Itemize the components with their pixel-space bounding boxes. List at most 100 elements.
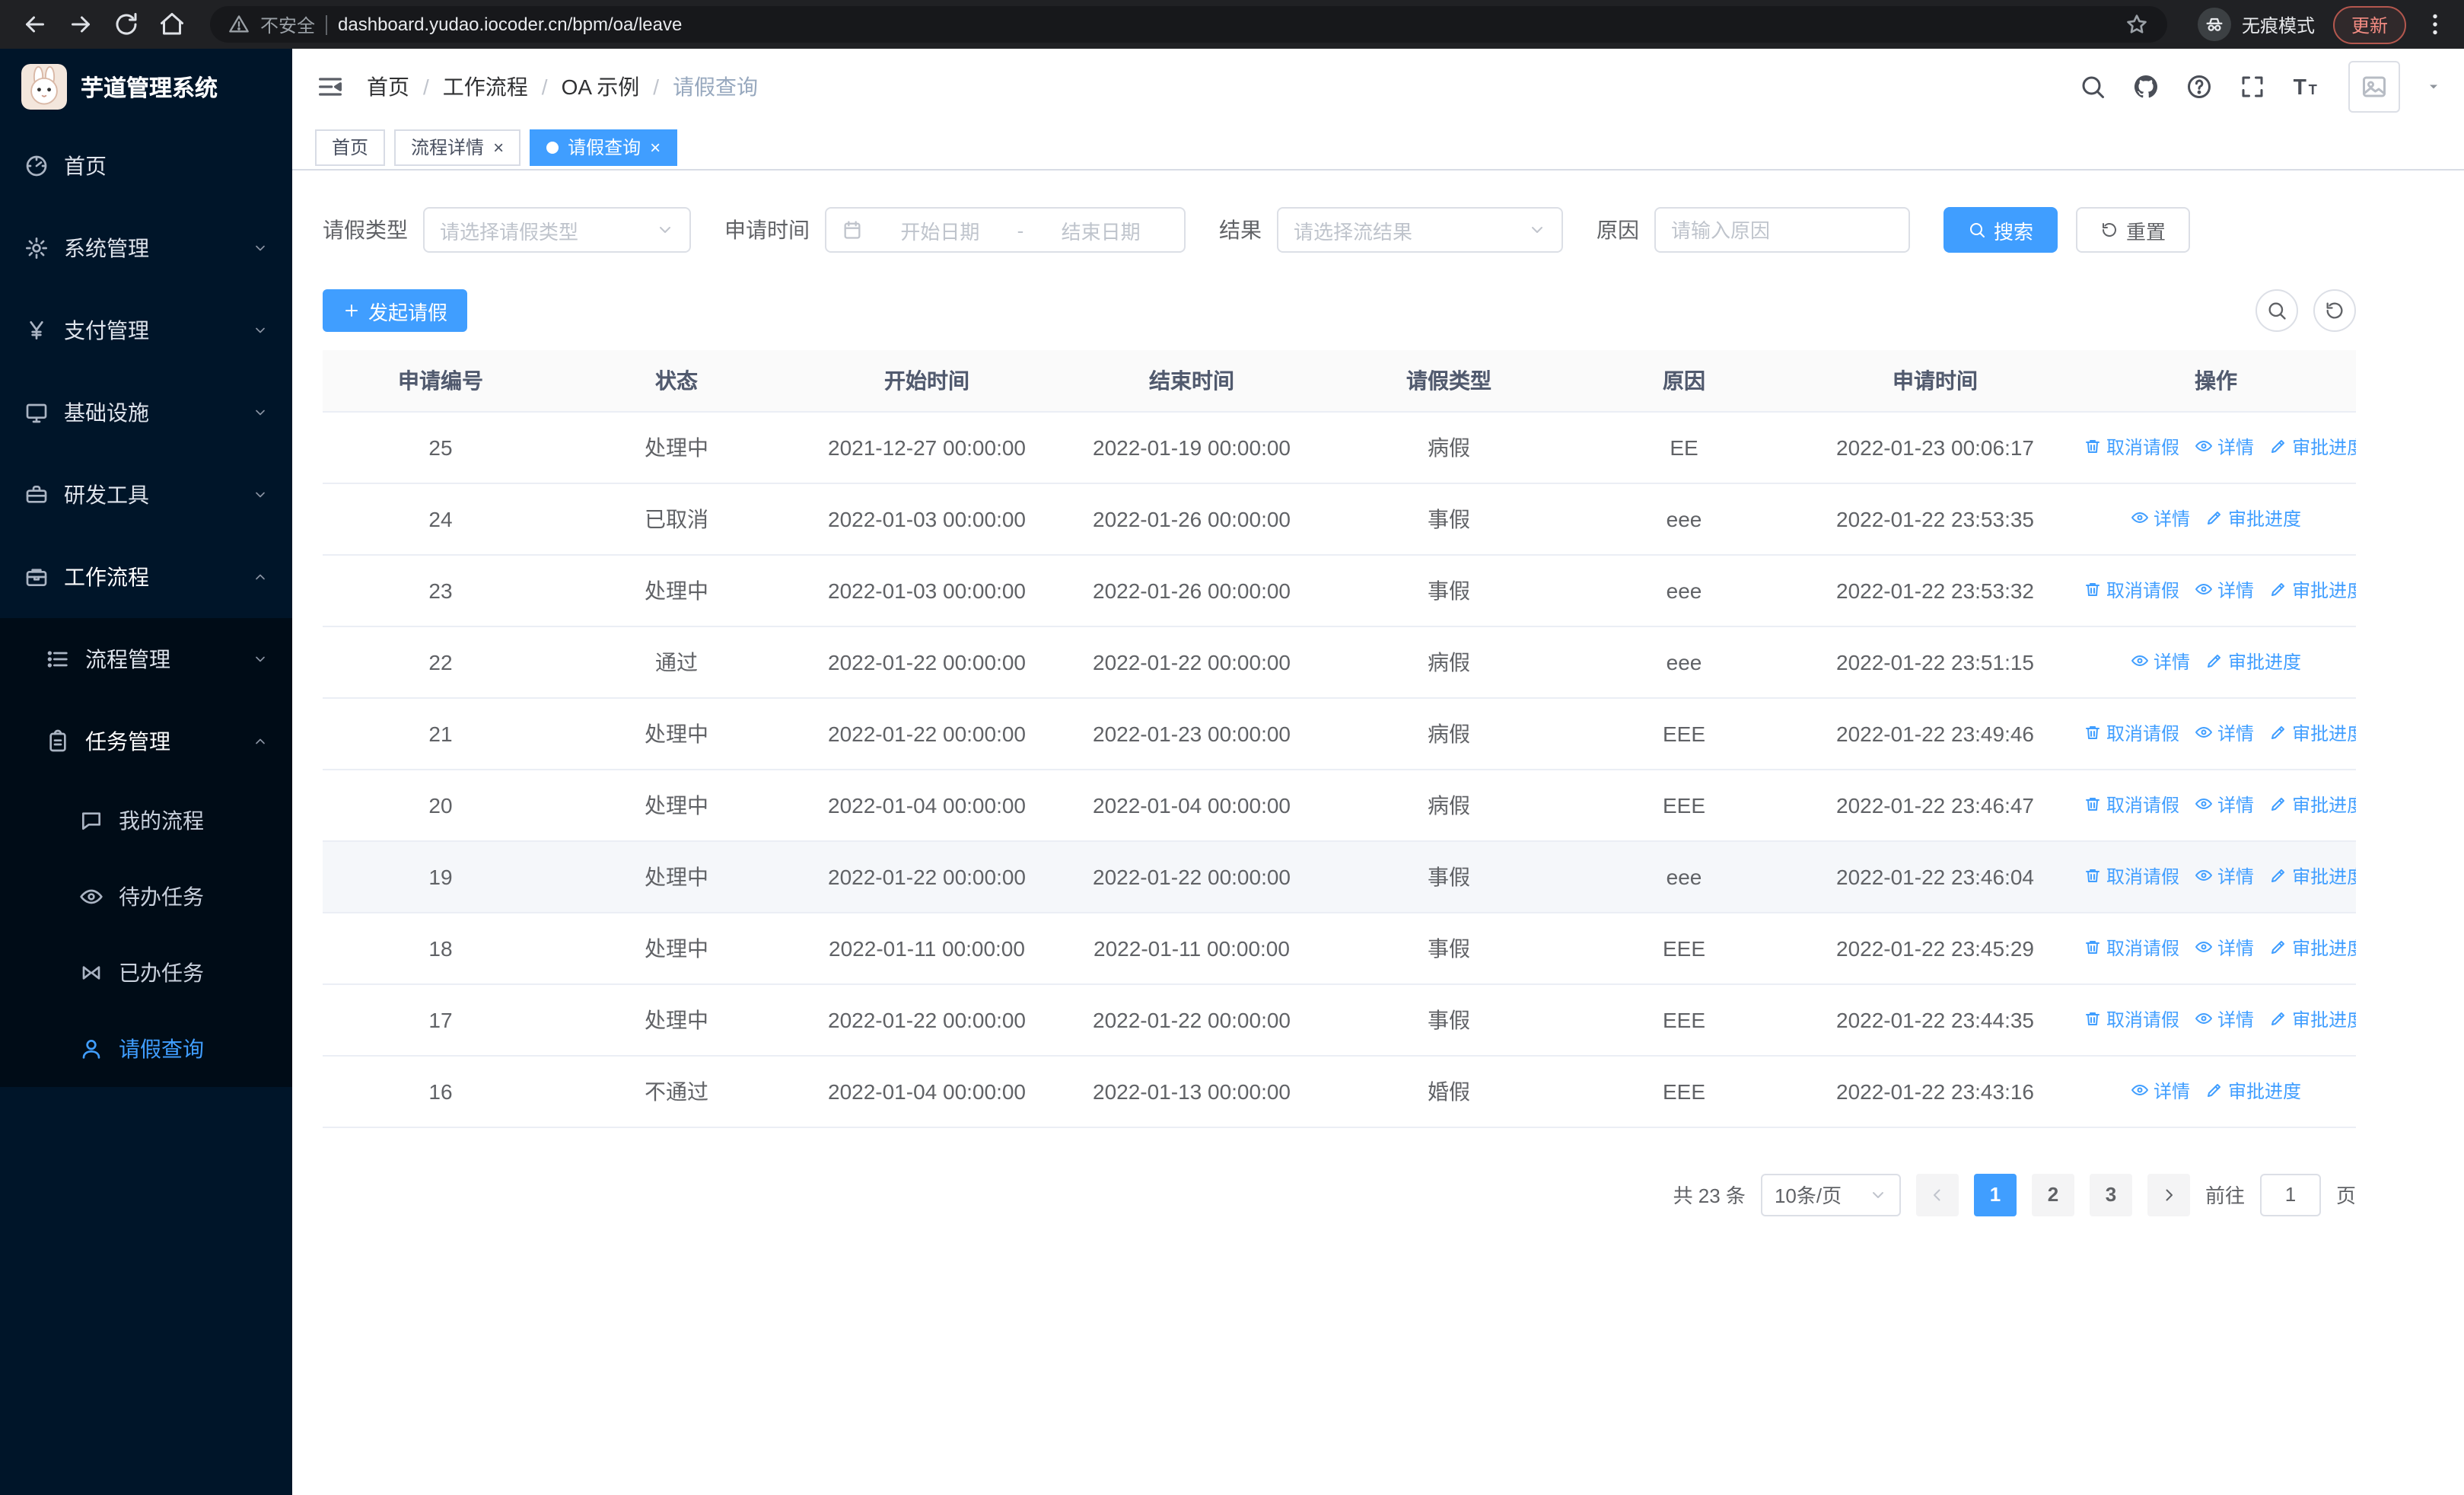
cell-start: 2022-01-04 00:00:00 <box>794 769 1059 841</box>
browser-back-button[interactable] <box>15 5 55 44</box>
reason-input[interactable] <box>1654 207 1910 253</box>
op-progress-link[interactable]: 审批进度 <box>2269 792 2356 818</box>
op-detail-link[interactable]: 详情 <box>2195 434 2254 460</box>
trash-icon <box>2084 724 2102 742</box>
op-cancel-link[interactable]: 取消请假 <box>2084 1006 2179 1032</box>
op-progress-link[interactable]: 审批进度 <box>2205 505 2301 531</box>
op-cancel-link[interactable]: 取消请假 <box>2084 935 2179 961</box>
bookmark-star-icon[interactable] <box>2125 12 2149 37</box>
cell-ops: 取消请假详情审批进度 <box>2076 983 2356 1056</box>
cell-start: 2022-01-03 00:00:00 <box>794 554 1059 626</box>
prev-page-button[interactable] <box>1915 1173 1959 1216</box>
op-cancel-link[interactable]: 取消请假 <box>2084 792 2179 818</box>
op-detail-link[interactable]: 详情 <box>2195 720 2254 746</box>
op-progress-link[interactable]: 审批进度 <box>2269 434 2356 460</box>
security-warning-icon[interactable] <box>228 14 250 35</box>
op-progress-link[interactable]: 审批进度 <box>2269 863 2356 889</box>
range-separator: - <box>1017 218 1024 241</box>
sidebar-item-todo-tasks[interactable]: 待办任务 <box>0 859 292 935</box>
breadcrumb-item[interactable]: 首页 <box>367 72 409 102</box>
cell-type: 事假 <box>1324 840 1574 913</box>
sidebar-item-task-mgmt[interactable]: 任务管理 <box>0 700 292 783</box>
sidebar: 芋道管理系统 首页 系统管理 支付管理 基础设施 研发工具 工作流程 流程管理 … <box>0 49 292 1495</box>
tab-process-detail[interactable]: 流程详情 × <box>394 129 521 165</box>
op-progress-link[interactable]: 审批进度 <box>2205 649 2301 674</box>
op-detail-link[interactable]: 详情 <box>2131 1078 2190 1104</box>
github-button[interactable] <box>2132 73 2160 100</box>
page-size-select[interactable]: 10条/页 <box>1760 1173 1901 1216</box>
sidebar-item-process-mgmt[interactable]: 流程管理 <box>0 618 292 700</box>
header-search-button[interactable] <box>2079 73 2106 100</box>
chevron-down-icon <box>253 652 268 667</box>
op-progress-link[interactable]: 审批进度 <box>2269 577 2356 603</box>
active-dot <box>546 141 559 153</box>
address-bar[interactable]: 不安全 dashboard.yudao.iocoder.cn/bpm/oa/le… <box>210 6 2167 43</box>
next-page-button[interactable] <box>2147 1173 2190 1216</box>
sidebar-item-infra[interactable]: 基础设施 <box>0 371 292 454</box>
page-button-3[interactable]: 3 <box>2089 1173 2132 1216</box>
sidebar-item-system[interactable]: 系统管理 <box>0 207 292 289</box>
edit-icon <box>2205 1082 2224 1100</box>
page-button-1[interactable]: 1 <box>1973 1173 2017 1216</box>
help-button[interactable] <box>2185 73 2213 100</box>
op-detail-link[interactable]: 详情 <box>2195 863 2254 889</box>
op-detail-link[interactable]: 详情 <box>2195 935 2254 961</box>
page-button-2[interactable]: 2 <box>2031 1173 2074 1216</box>
sidebar-item-payment[interactable]: 支付管理 <box>0 289 292 371</box>
cell-id: 21 <box>323 697 559 770</box>
op-detail-link[interactable]: 详情 <box>2131 505 2190 531</box>
close-icon[interactable]: × <box>493 138 504 156</box>
apply-time-range-picker[interactable]: 开始日期 - 结束日期 <box>825 207 1186 253</box>
font-size-button[interactable]: TT <box>2292 72 2322 102</box>
refresh-table-button[interactable] <box>2313 289 2356 332</box>
result-select[interactable]: 请选择流结果 <box>1277 207 1563 253</box>
table-body: 25 处理中 2021-12-27 00:00:00 2022-01-19 00:00… <box>323 411 2356 1127</box>
create-leave-button[interactable]: 发起请假 <box>323 289 468 332</box>
op-progress-link[interactable]: 审批进度 <box>2269 1006 2356 1032</box>
tab-leave-query[interactable]: 请假查询 × <box>530 129 678 165</box>
sidebar-item-home[interactable]: 首页 <box>0 125 292 207</box>
chevron-down-icon <box>253 405 268 420</box>
tab-home[interactable]: 首页 <box>315 129 386 165</box>
leave-type-select[interactable]: 请选择请假类型 <box>423 207 691 253</box>
browser-forward-button[interactable] <box>61 5 100 44</box>
fullscreen-button[interactable] <box>2239 73 2266 100</box>
sidebar-item-devtools[interactable]: 研发工具 <box>0 454 292 536</box>
cell-reason: EE <box>1574 411 1794 483</box>
cell-type: 病假 <box>1324 411 1574 483</box>
incognito-badge: 无痕模式 <box>2197 8 2315 41</box>
avatar[interactable] <box>2348 61 2400 113</box>
op-detail-link[interactable]: 详情 <box>2195 577 2254 603</box>
cell-type: 病假 <box>1324 769 1574 841</box>
op-detail-link[interactable]: 详情 <box>2195 792 2254 818</box>
sidebar-item-workflow[interactable]: 工作流程 <box>0 536 292 618</box>
sidebar-item-my-process[interactable]: 我的流程 <box>0 783 292 859</box>
toggle-search-button[interactable] <box>2255 289 2298 332</box>
breadcrumb-item[interactable]: OA 示例 <box>562 72 640 102</box>
search-button[interactable]: 搜索 <box>1944 207 2058 253</box>
op-progress-link[interactable]: 审批进度 <box>2269 720 2356 746</box>
op-cancel-link[interactable]: 取消请假 <box>2084 577 2179 603</box>
sidebar-item-leave-query[interactable]: 请假查询 <box>0 1011 292 1087</box>
op-detail-link[interactable]: 详情 <box>2195 1006 2254 1032</box>
close-icon[interactable]: × <box>650 138 661 156</box>
collapse-sidebar-button[interactable] <box>315 72 345 102</box>
op-cancel-link[interactable]: 取消请假 <box>2084 863 2179 889</box>
cell-applied: 2022-01-22 23:51:15 <box>1794 626 2076 698</box>
op-progress-link[interactable]: 审批进度 <box>2269 935 2356 961</box>
goto-page-input[interactable] <box>2259 1173 2321 1216</box>
caret-down-icon[interactable] <box>2426 79 2441 94</box>
breadcrumb-item[interactable]: 工作流程 <box>443 72 528 102</box>
op-cancel-link[interactable]: 取消请假 <box>2084 720 2179 746</box>
browser-reload-button[interactable] <box>107 5 146 44</box>
op-cancel-link[interactable]: 取消请假 <box>2084 434 2179 460</box>
reset-button[interactable]: 重置 <box>2076 207 2191 253</box>
browser-home-button[interactable] <box>152 5 192 44</box>
op-progress-link[interactable]: 审批进度 <box>2205 1078 2301 1104</box>
sidebar-item-done-tasks[interactable]: 已办任务 <box>0 935 292 1011</box>
cell-status: 不通过 <box>559 1055 794 1127</box>
update-button[interactable]: 更新 <box>2332 5 2406 43</box>
op-detail-link[interactable]: 详情 <box>2131 649 2190 674</box>
incognito-icon <box>2197 8 2231 41</box>
browser-menu-icon[interactable] <box>2421 11 2449 38</box>
